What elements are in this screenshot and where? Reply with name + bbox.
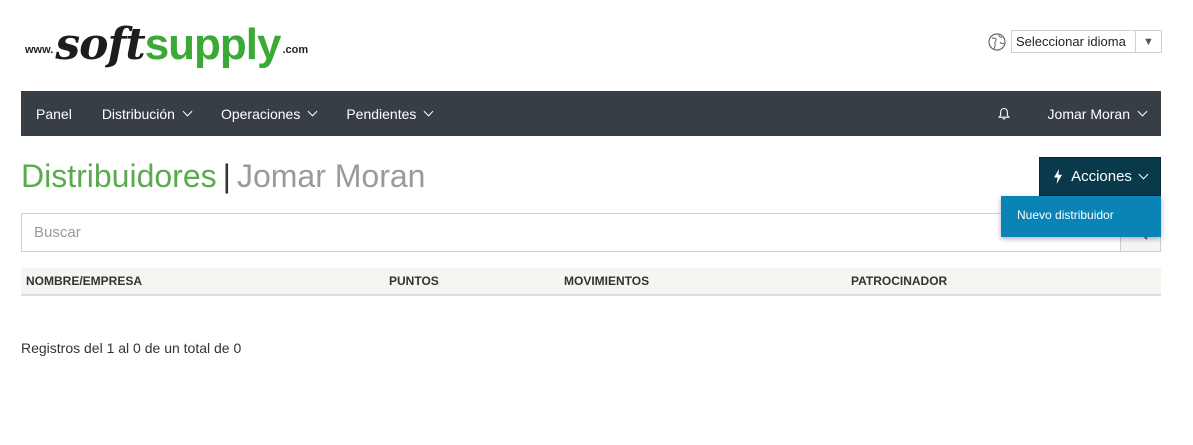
nav-item-label: Pendientes: [346, 105, 417, 122]
table-header: NOMBRE/EMPRESA PUNTOS MOVIMIENTOS PATROC…: [21, 268, 1161, 296]
search-input[interactable]: [22, 214, 1120, 251]
chevron-down-icon: [182, 106, 193, 117]
nav-item-panel[interactable]: Panel: [21, 91, 87, 136]
column-header-puntos[interactable]: PUNTOS: [389, 274, 439, 288]
title-separator: |: [222, 158, 231, 194]
page-title: Distribuidores | Jomar Moran: [21, 156, 425, 196]
actions-button[interactable]: Acciones: [1039, 157, 1161, 196]
language-select[interactable]: Seleccionar idioma ▼: [1011, 30, 1162, 53]
nav-item-label: Panel: [36, 105, 72, 122]
column-header-patrocinador[interactable]: PATROCINADOR: [851, 274, 947, 288]
user-menu[interactable]: Jomar Moran: [1033, 91, 1161, 136]
search-bar: [21, 213, 1161, 252]
nav-right: Jomar Moran: [997, 91, 1161, 136]
column-header-nombre[interactable]: NOMBRE/EMPRESA: [26, 274, 142, 288]
nav-item-label: Operaciones: [220, 105, 301, 122]
triangle-down-icon: ▼: [1135, 31, 1161, 52]
site-logo[interactable]: www. soft supply .com: [25, 10, 308, 70]
actions-label: Acciones: [1071, 168, 1132, 185]
page-subtitle: Jomar Moran: [236, 158, 426, 194]
chevron-down-icon: [307, 106, 318, 117]
nav-item-label: Distribución: [101, 105, 175, 122]
user-name: Jomar Moran: [1047, 105, 1130, 122]
bolt-icon: [1054, 169, 1063, 184]
logo-suffix: .com: [282, 44, 309, 56]
nav-item-distribucion[interactable]: Distribución: [87, 91, 206, 136]
nav-item-pendientes[interactable]: Pendientes: [331, 91, 447, 136]
page-title-main: Distribuidores: [21, 158, 217, 194]
globe-icon: [988, 32, 1006, 51]
records-summary: Registros del 1 al 0 de un total de 0: [21, 340, 242, 356]
logo-soft: soft: [55, 19, 145, 70]
logo-prefix: www.: [25, 44, 54, 56]
chevron-down-icon: [1137, 106, 1148, 117]
language-select-value: Seleccionar idioma: [1016, 34, 1126, 49]
main-navbar: Panel Distribución Operaciones Pendiente…: [21, 91, 1161, 136]
bell-icon[interactable]: [997, 107, 1011, 121]
chevron-down-icon: [1138, 169, 1149, 180]
nav-item-operaciones[interactable]: Operaciones: [206, 91, 331, 136]
chevron-down-icon: [423, 106, 434, 117]
menu-item-new-distributor[interactable]: Nuevo distribuidor: [1001, 196, 1161, 234]
actions-dropdown-menu: Nuevo distribuidor: [1001, 196, 1161, 237]
logo-supply: supply: [144, 20, 282, 69]
language-selector: Seleccionar idioma ▼: [988, 30, 1162, 53]
column-header-movimientos[interactable]: MOVIMIENTOS: [564, 274, 649, 288]
